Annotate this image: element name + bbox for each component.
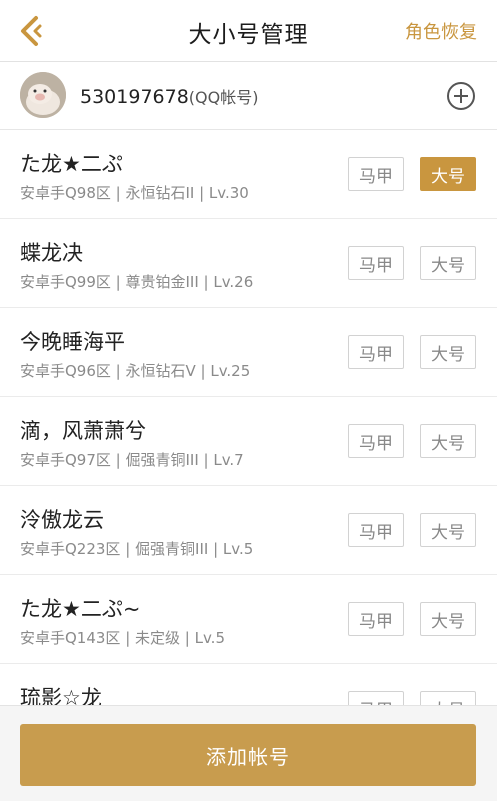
alt-account-button[interactable]: 马甲 xyxy=(348,157,404,191)
main-account-button[interactable]: 大号 xyxy=(420,602,476,636)
list-item: 今晚睡海平 安卓手Q96区 | 永恒钻石V | Lv.25 马甲 大号 xyxy=(0,308,497,397)
add-circle-icon[interactable] xyxy=(447,82,475,110)
account-info: 安卓手Q97区 | 倔强青铜III | Lv.7 xyxy=(20,451,244,469)
alt-account-button[interactable]: 马甲 xyxy=(348,691,404,705)
qq-number-value: 530197678 xyxy=(80,86,189,108)
list-item: た龙★二ぷ~ 安卓手Q143区 | 未定级 | Lv.5 马甲 大号 xyxy=(0,575,497,664)
alt-account-button[interactable]: 马甲 xyxy=(348,424,404,458)
main-account-button[interactable]: 大号 xyxy=(420,513,476,547)
alt-account-button[interactable]: 马甲 xyxy=(348,513,404,547)
list-item: 泠傲龙云 安卓手Q223区 | 倔强青铜III | Lv.5 马甲 大号 xyxy=(0,486,497,575)
account-info: 安卓手Q143区 | 未定级 | Lv.5 xyxy=(20,629,225,647)
account-name: 今晚睡海平 xyxy=(20,330,125,354)
qq-number: 530197678(QQ帐号) xyxy=(80,84,258,108)
account-name: 琉影☆龙 xyxy=(20,686,102,705)
account-name: た龙★二ぷ xyxy=(20,152,123,176)
qq-number-suffix: (QQ帐号) xyxy=(188,88,259,107)
account-name: 滴，风萧萧兮 xyxy=(20,419,146,443)
account-info: 安卓手Q98区 | 永恒钻石II | Lv.30 xyxy=(20,184,249,202)
account-info: 安卓手Q96区 | 永恒钻石V | Lv.25 xyxy=(20,362,251,380)
alt-account-button[interactable]: 马甲 xyxy=(348,335,404,369)
list-item: 滴，风萧萧兮 安卓手Q97区 | 倔强青铜III | Lv.7 马甲 大号 xyxy=(0,397,497,486)
account-name: 泠傲龙云 xyxy=(20,508,104,532)
main-account-button[interactable]: 大号 xyxy=(420,246,476,280)
list-item: た龙★二ぷ 安卓手Q98区 | 永恒钻石II | Lv.30 马甲 大号 xyxy=(0,130,497,219)
main-account-button[interactable]: 大号 xyxy=(420,157,476,191)
qq-account-row: 530197678(QQ帐号) xyxy=(0,62,497,130)
top-bar: 大小号管理 角色恢复 xyxy=(0,0,497,62)
avatar xyxy=(20,72,66,118)
list-item: 蝶龙决 安卓手Q99区 | 尊贵铂金III | Lv.26 马甲 大号 xyxy=(0,219,497,308)
account-info: 安卓手Q223区 | 倔强青铜III | Lv.5 xyxy=(20,540,254,558)
main-account-button[interactable]: 大号 xyxy=(420,335,476,369)
account-info: 安卓手Q99区 | 尊贵铂金III | Lv.26 xyxy=(20,273,254,291)
account-name: た龙★二ぷ~ xyxy=(20,597,141,621)
account-list: た龙★二ぷ 安卓手Q98区 | 永恒钻石II | Lv.30 马甲 大号 蝶龙决… xyxy=(0,130,497,705)
main-account-button[interactable]: 大号 xyxy=(420,424,476,458)
main-account-button[interactable]: 大号 xyxy=(420,691,476,705)
list-item: 琉影☆龙 马甲 大号 xyxy=(0,664,497,705)
alt-account-button[interactable]: 马甲 xyxy=(348,602,404,636)
add-account-button[interactable]: 添加帐号 xyxy=(20,724,476,786)
account-name: 蝶龙决 xyxy=(20,241,83,265)
alt-account-button[interactable]: 马甲 xyxy=(348,246,404,280)
footer-bar: 添加帐号 xyxy=(0,705,497,801)
role-restore-link[interactable]: 角色恢复 xyxy=(405,18,477,44)
